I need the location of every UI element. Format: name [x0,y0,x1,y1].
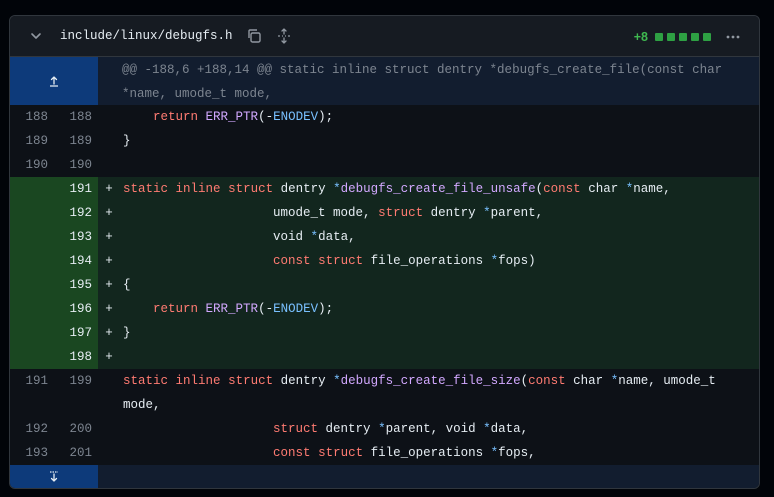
diff-sign: + [105,278,113,292]
code-line: const struct file_operations *fops) [273,254,536,268]
diff-sign: + [105,350,113,364]
diff-sign: + [105,206,113,220]
code-line: static inline struct dentry *debugfs_cre… [123,374,716,412]
old-line-number[interactable]: 192 [10,417,54,441]
copy-icon[interactable] [243,25,265,47]
diff-table: @@ -188,6 +188,14 @@ static inline struc… [10,57,759,488]
old-line-number[interactable] [10,297,54,321]
diffstat-block [667,32,675,41]
diff-line: 188 188 return ERR_PTR(-ENODEV); [10,105,759,129]
code-line: { [123,278,131,292]
diff-sign [98,369,120,417]
old-line-number[interactable]: 189 [10,129,54,153]
diff-line-added: 191 + static inline struct dentry *debug… [10,177,759,201]
diff-sign [98,105,120,129]
new-line-number[interactable]: 195 [54,273,98,297]
diff-sign: + [105,326,113,340]
code-line: struct dentry *parent, void *data, [273,422,529,436]
diff-line-added: 196 + return ERR_PTR(-ENODEV); [10,297,759,321]
hunk-footer [10,465,759,488]
old-line-number[interactable] [10,177,54,201]
new-line-number[interactable]: 193 [54,225,98,249]
new-line-number[interactable]: 188 [54,105,98,129]
code-line: } [123,326,131,340]
diff-line-added: 195 + { [10,273,759,297]
code-line: static inline struct dentry *debugfs_cre… [123,182,671,196]
code-line: } [123,134,131,148]
old-line-number[interactable] [10,225,54,249]
diff-line: 190 190 [10,153,759,177]
old-line-number[interactable] [10,249,54,273]
new-line-number[interactable]: 189 [54,129,98,153]
old-line-number[interactable]: 188 [10,105,54,129]
code-line: void *data, [273,230,356,244]
diffstat-block [703,32,711,41]
diff-line-added: 193 + void *data, [10,225,759,249]
new-line-number[interactable]: 200 [54,417,98,441]
new-line-number[interactable]: 199 [54,369,98,417]
new-line-number[interactable]: 194 [54,249,98,273]
diff-line: 193 201 const struct file_operations *fo… [10,441,759,465]
file-name[interactable]: include/linux/debugfs.h [60,29,233,43]
additions-count: +8 [633,29,648,44]
diff-sign: + [105,182,113,196]
new-line-number[interactable]: 201 [54,441,98,465]
diff-line-added: 194 + const struct file_operations *fops… [10,249,759,273]
new-line-number[interactable]: 198 [54,345,98,369]
diff-sign [98,153,120,177]
diff-line: 189 189 } [10,129,759,153]
hunk-header-text: @@ -188,6 +188,14 @@ static inline struc… [122,63,723,101]
diffstat-block [679,32,687,41]
diff-sign: + [105,254,113,268]
diff-line-added: 197 + } [10,321,759,345]
new-line-number[interactable]: 197 [54,321,98,345]
old-line-number[interactable] [10,321,54,345]
file-header: include/linux/debugfs.h +8 [10,16,759,57]
collapse-chevron-icon[interactable] [24,24,48,48]
code-line: return ERR_PTR(-ENODEV); [153,302,334,316]
new-line-number[interactable]: 192 [54,201,98,225]
diff-line: 191 199 static inline struct dentry *deb… [10,369,759,417]
diff-file-panel: include/linux/debugfs.h +8 @@ -188,6 +18… [9,15,760,489]
diff-line-added: 192 + umode_t mode, struct dentry *paren… [10,201,759,225]
diff-sign: + [105,302,113,316]
old-line-number[interactable]: 190 [10,153,54,177]
hunk-header: @@ -188,6 +188,14 @@ static inline struc… [10,57,759,105]
expand-down-icon[interactable] [10,465,98,488]
diffstat: +8 [634,16,711,57]
new-line-number[interactable]: 190 [54,153,98,177]
expand-up-icon[interactable] [10,57,98,105]
diff-sign [98,417,120,441]
diff-line: 192 200 struct dentry *parent, void *dat… [10,417,759,441]
diffstat-block [691,32,699,41]
code-line: const struct file_operations *fops, [273,446,536,460]
new-line-number[interactable]: 191 [54,177,98,201]
expand-all-icon[interactable] [273,25,295,47]
diff-sign: + [105,230,113,244]
old-line-number[interactable] [10,201,54,225]
old-line-number[interactable]: 193 [10,441,54,465]
more-options-icon[interactable] [721,25,745,49]
old-line-number[interactable] [10,273,54,297]
new-line-number[interactable]: 196 [54,297,98,321]
code-line: return ERR_PTR(-ENODEV); [153,110,334,124]
diffstat-block [655,32,663,41]
diff-sign [98,129,120,153]
code-line: umode_t mode, struct dentry *parent, [273,206,544,220]
old-line-number[interactable] [10,345,54,369]
old-line-number[interactable]: 191 [10,369,54,417]
diff-line-added: 198 + [10,345,759,369]
diff-sign [98,441,120,465]
